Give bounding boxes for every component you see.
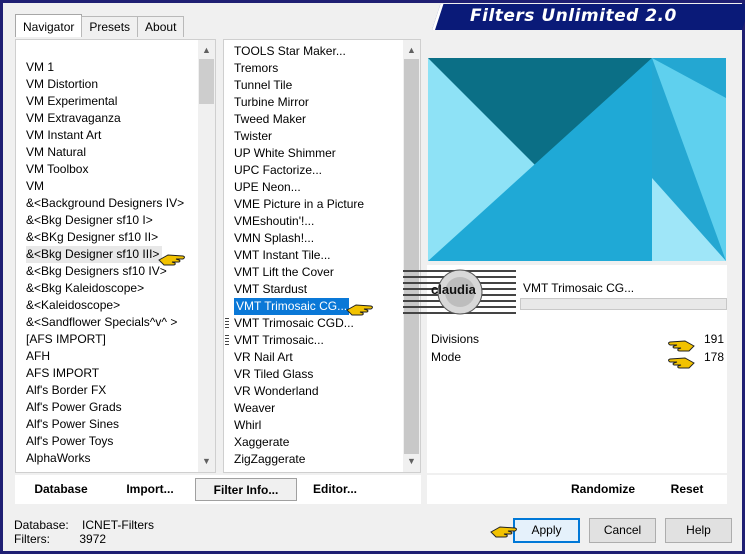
list-item[interactable]: &<Background Designers IV> <box>26 195 184 212</box>
list-item[interactable]: Twister <box>234 128 272 145</box>
list-item[interactable]: VMT Stardust <box>234 281 307 298</box>
window-title: Filters Unlimited 2.0 <box>470 6 677 26</box>
scroll-thumb[interactable] <box>404 59 419 454</box>
filter-list[interactable]: TOOLS Star Maker... Tremors Tunnel Tile Tur… <box>224 40 403 472</box>
scroll-thumb[interactable] <box>199 59 214 104</box>
list-item[interactable]: Tweed Maker <box>234 111 306 128</box>
pointing-hand-icon <box>666 354 696 372</box>
list-item[interactable]: &<Sandflower Specials^v^ > <box>26 314 177 331</box>
list-item[interactable]: VM Instant Art <box>26 127 101 144</box>
randomize-button[interactable]: Randomize <box>563 478 643 501</box>
category-scrollbar[interactable]: ▲ ▼ <box>198 40 215 472</box>
list-item[interactable]: VM 1 <box>26 59 54 76</box>
list-item[interactable]: UP White Shimmer <box>234 145 336 162</box>
list-item[interactable]: UPE Neon... <box>234 179 301 196</box>
list-item[interactable]: VMEshoutin'!... <box>234 213 314 230</box>
filter-preview <box>428 58 726 261</box>
list-item[interactable]: VM Natural <box>26 144 86 161</box>
list-item[interactable]: ZigZaggerate <box>234 451 305 468</box>
chevron-down-icon[interactable]: ▼ <box>403 453 420 470</box>
filter-info-button[interactable]: Filter Info... <box>195 478 297 501</box>
list-item[interactable]: Alf's Border FX <box>26 382 106 399</box>
list-item[interactable]: Alf's Power Toys <box>26 433 113 450</box>
filter-scrollbar[interactable]: ▲ ▼ <box>403 40 420 472</box>
claudia-logo: claudia <box>403 268 516 320</box>
status-filters: Filters: 3972 <box>14 532 106 546</box>
status-database-label: Database: <box>14 518 69 532</box>
list-item[interactable]: TOOLS Star Maker... <box>234 43 346 60</box>
list-item[interactable]: VME Picture in a Picture <box>234 196 364 213</box>
tab-about[interactable]: About <box>137 16 185 37</box>
list-item[interactable]: Xaggerate <box>234 434 289 451</box>
param-value: 191 <box>703 332 724 346</box>
list-item[interactable]: VMN Splash!... <box>234 230 314 247</box>
list-item[interactable]: VMT Instant Tile... <box>234 247 330 264</box>
tab-strip: Navigator Presets About <box>15 14 185 38</box>
list-item[interactable]: Weaver <box>234 400 275 417</box>
chevron-up-icon[interactable]: ▲ <box>403 42 420 59</box>
list-item[interactable]: Tremors <box>234 60 278 77</box>
reset-button[interactable]: Reset <box>659 478 715 501</box>
database-button[interactable]: Database <box>25 478 97 501</box>
list-item[interactable]: Alf's Power Grads <box>26 399 122 416</box>
list-item[interactable]: &<Kaleidoscope> <box>26 297 120 314</box>
list-item[interactable]: &<Bkg Designer sf10 I> <box>26 212 153 229</box>
status-database-value: ICNET-Filters <box>82 518 155 532</box>
list-item[interactable]: VM Experimental <box>26 93 117 110</box>
list-item[interactable]: &<Bkg Designer sf10 III> <box>26 246 163 263</box>
pointing-hand-icon <box>157 251 187 269</box>
param-label: Divisions <box>431 332 480 346</box>
navigator-button-bar: Database Import... Filter Info... Editor… <box>15 475 421 504</box>
param-value: 178 <box>703 350 724 364</box>
chevron-up-icon[interactable]: ▲ <box>198 42 215 59</box>
list-item[interactable]: Turbine Mirror <box>234 94 309 111</box>
list-item[interactable]: &<Bkg Designers sf10 IV> <box>26 263 167 280</box>
list-item[interactable]: UPC Factorize... <box>234 162 322 179</box>
list-item[interactable]: VM Toolbox <box>26 161 88 178</box>
pointing-hand-icon <box>489 523 519 541</box>
preview-button-bar: Randomize Reset <box>427 475 727 504</box>
import-button[interactable]: Import... <box>115 478 185 501</box>
list-item[interactable]: [AFS IMPORT] <box>26 331 106 348</box>
tab-presets[interactable]: Presets <box>81 16 139 37</box>
chevron-down-icon[interactable]: ▼ <box>198 453 215 470</box>
list-item[interactable]: VM <box>26 178 44 195</box>
list-item[interactable]: &<Bkg Kaleidoscope> <box>26 280 144 297</box>
status-database: Database: ICNET-Filters <box>14 518 154 532</box>
list-item[interactable]: VMT Trimosaic... <box>234 332 324 349</box>
status-filters-value: 3972 <box>79 532 107 546</box>
list-item[interactable]: VMT Lift the Cover <box>234 264 334 281</box>
help-button[interactable]: Help <box>665 518 732 543</box>
grip-mark-icon <box>225 335 229 346</box>
list-item[interactable]: AlphaWorks <box>26 450 90 467</box>
list-item[interactable]: Whirl <box>234 417 261 434</box>
param-label: Mode <box>431 350 462 364</box>
list-item[interactable]: VM Extravaganza <box>26 110 121 127</box>
list-item[interactable]: &<BKg Designer sf10 II> <box>26 229 158 246</box>
list-item[interactable]: AFS IMPORT <box>26 365 99 382</box>
filter-info-bar <box>520 298 727 310</box>
list-item[interactable]: AFH <box>26 348 50 365</box>
editor-button[interactable]: Editor... <box>300 478 370 501</box>
pointing-hand-icon <box>345 301 375 319</box>
status-filters-label: Filters: <box>14 532 50 546</box>
list-item[interactable]: Alf's Power Sines <box>26 416 119 433</box>
pointing-hand-icon <box>666 337 696 355</box>
list-item[interactable]: VMT Trimosaic CGD... <box>234 315 354 332</box>
grip-mark-icon <box>225 318 229 329</box>
list-item[interactable]: VR Nail Art <box>234 349 293 366</box>
list-item[interactable]: VMT Trimosaic CG... <box>234 298 350 315</box>
logo-text: claudia <box>431 282 476 297</box>
list-item[interactable]: VM Distortion <box>26 76 98 93</box>
apply-button[interactable]: Apply <box>513 518 580 543</box>
cancel-button[interactable]: Cancel <box>589 518 656 543</box>
list-item[interactable]: Tunnel Tile <box>234 77 292 94</box>
tab-navigator[interactable]: Navigator <box>15 14 83 37</box>
list-item[interactable]: VR Wonderland <box>234 383 319 400</box>
list-item[interactable]: VR Tiled Glass <box>234 366 313 383</box>
filter-list-panel: TOOLS Star Maker... Tremors Tunnel Tile Tur… <box>223 39 421 473</box>
selected-filter-name: VMT Trimosaic CG... <box>523 281 635 295</box>
